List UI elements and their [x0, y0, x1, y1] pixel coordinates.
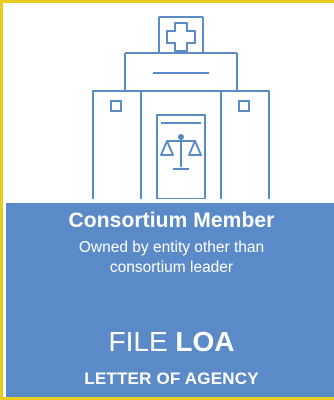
- loa-word: LOA: [175, 326, 235, 357]
- file-word: FILE: [108, 326, 168, 357]
- subtitle-line-1: Owned by entity other than: [78, 239, 265, 256]
- subtitle-line-2: consortium leader: [109, 259, 234, 276]
- consortium-member-card: Consortium Member Owned by entity other …: [0, 0, 334, 400]
- card-title: Consortium Member: [68, 209, 275, 232]
- file-loa-heading: FILE LOA: [6, 327, 334, 357]
- card-subtitle: Owned by entity other than consortium le…: [6, 238, 334, 278]
- letter-of-agency-label: LETTER OF AGENCY: [84, 369, 259, 388]
- member-info-banner: Consortium Member Owned by entity other …: [6, 203, 334, 397]
- hospital-building-icon: [63, 9, 297, 200]
- scales-of-justice-icon: [160, 134, 202, 170]
